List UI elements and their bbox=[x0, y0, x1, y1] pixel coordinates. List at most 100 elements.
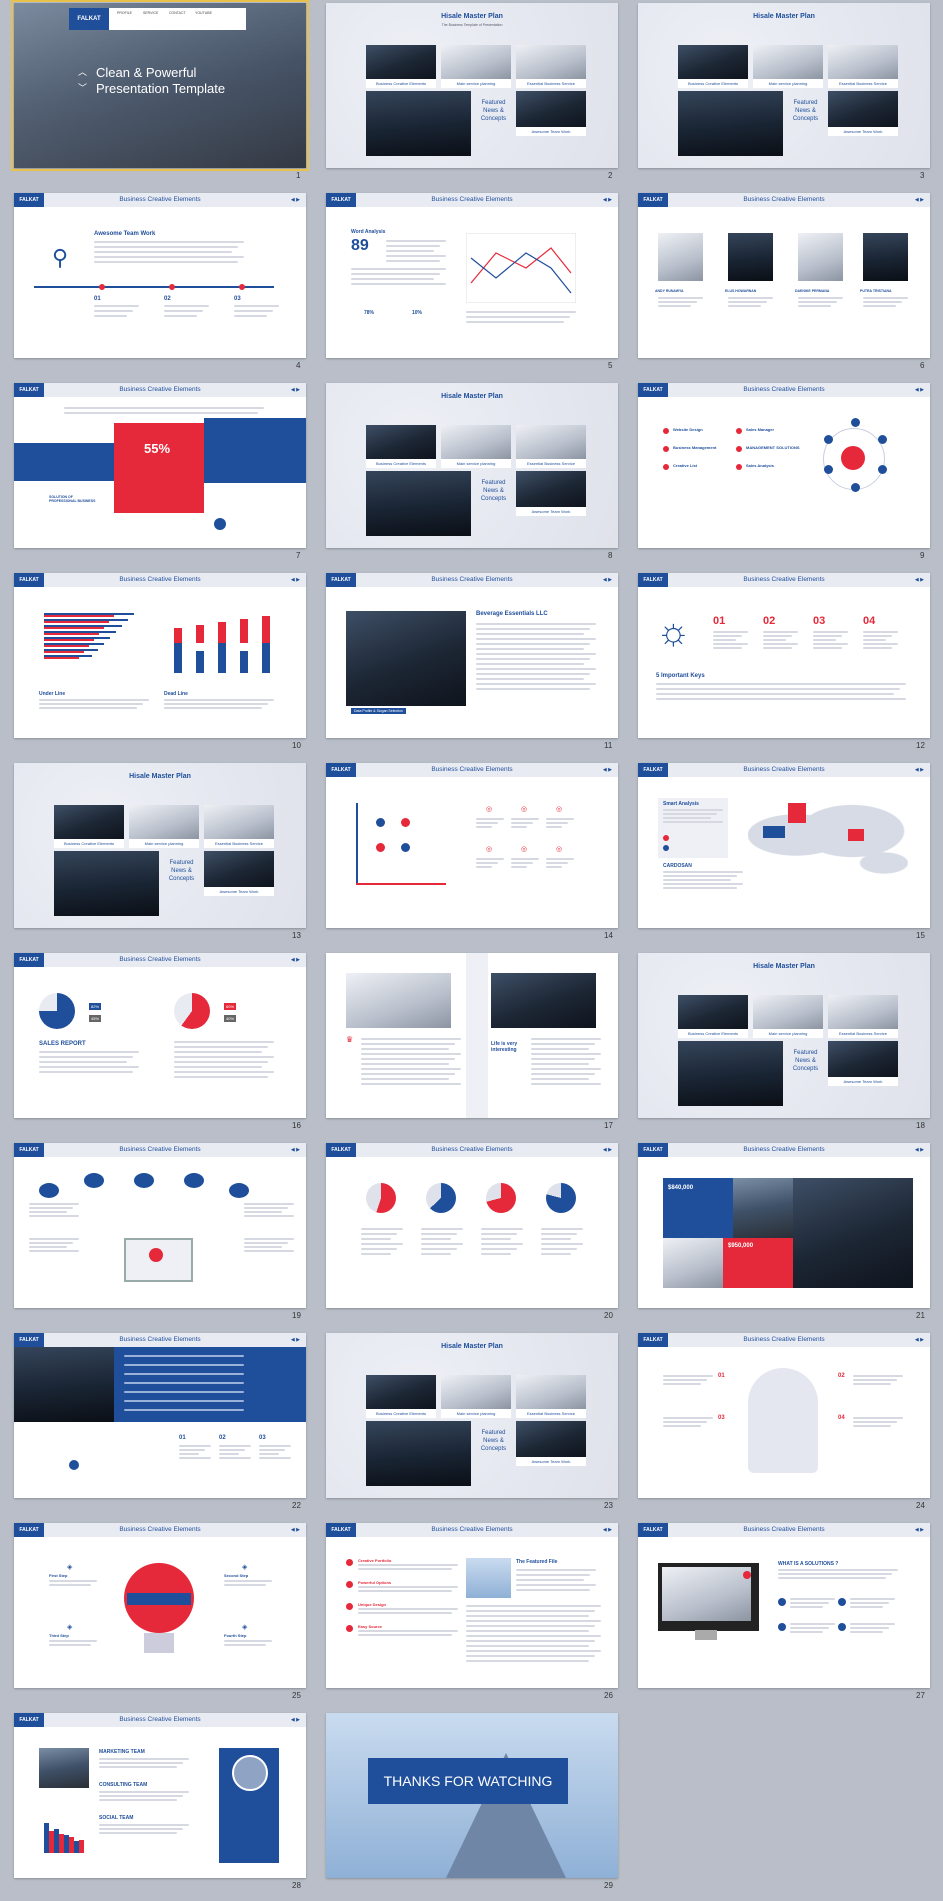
slide-thumbnail-26[interactable]: FALKAT Business Creative Elements ◀ ▶ Creat… bbox=[326, 1523, 618, 1688]
featured-text: Featured News & Concepts bbox=[480, 1430, 507, 1452]
text-line bbox=[476, 648, 584, 650]
car-photo bbox=[441, 45, 511, 79]
text-line bbox=[94, 315, 127, 317]
slide-thumbnail-13[interactable]: Hisale Master Plan Business Creative Elem… bbox=[14, 763, 306, 928]
cover-title: Clean & Powerful Presentation Template bbox=[96, 65, 226, 96]
text-line bbox=[511, 826, 527, 828]
item-title: Business Management bbox=[673, 445, 717, 450]
text-line bbox=[99, 1795, 183, 1797]
slide-thumbnail-27[interactable]: FALKAT Business Creative Elements ◀ ▶ WHAT … bbox=[638, 1523, 930, 1688]
cloud-icon bbox=[134, 1173, 154, 1188]
text-line bbox=[361, 1233, 397, 1235]
text-line bbox=[663, 1383, 701, 1385]
item-icon bbox=[736, 446, 742, 452]
car-photo bbox=[204, 851, 274, 887]
slide-thumbnail-20[interactable]: FALKAT Business Creative Elements ◀ ▶ bbox=[326, 1143, 618, 1308]
team-member-name: DAENIKE PERMANA bbox=[795, 289, 830, 293]
slide-header-title: Business Creative Elements bbox=[119, 1716, 201, 1723]
text-line bbox=[790, 1631, 823, 1633]
world-map bbox=[748, 803, 908, 883]
key-number: 01 bbox=[718, 1373, 725, 1379]
text-line bbox=[386, 250, 434, 252]
text-line bbox=[244, 1203, 294, 1205]
slide-number: 18 bbox=[916, 1121, 925, 1130]
text-line bbox=[853, 1417, 903, 1419]
car-photo bbox=[54, 805, 124, 839]
text-line bbox=[234, 305, 279, 307]
slide-thumbnail-25[interactable]: FALKAT Business Creative Elements ◀ ▶ ◈ Firs… bbox=[14, 1523, 306, 1688]
slide-thumbnail-23[interactable]: Hisale Master Plan Business Creative Elem… bbox=[326, 1333, 618, 1498]
text-line bbox=[546, 822, 568, 824]
slide-header-title: Business Creative Elements bbox=[743, 1336, 825, 1343]
slide-thumbnail-14[interactable]: FALKAT Business Creative Elements ◀ ▶ ◎ ◎ ◎ ◎ ◎… bbox=[326, 763, 618, 928]
text-line bbox=[29, 1250, 79, 1252]
hbar bbox=[44, 621, 109, 623]
nav-link[interactable]: PROFILE bbox=[117, 11, 132, 15]
car-photo bbox=[366, 425, 436, 459]
slide-thumbnail-2[interactable]: Hisale Master Plan The Business Template … bbox=[326, 3, 618, 168]
list-line bbox=[124, 1409, 244, 1411]
vbar bbox=[262, 643, 270, 673]
slide-thumbnail-3[interactable]: Hisale Master Plan Business Creative Elem… bbox=[638, 3, 930, 168]
text-line bbox=[863, 639, 886, 641]
car-photo bbox=[39, 1748, 89, 1788]
slide-number: 7 bbox=[296, 551, 301, 560]
hbar bbox=[44, 627, 104, 629]
text-line bbox=[481, 1248, 517, 1250]
text-line bbox=[516, 1574, 590, 1576]
slide-thumbnail-24[interactable]: FALKAT Business Creative Elements ◀ ▶ 01 02 0… bbox=[638, 1333, 930, 1498]
slide-thumbnail-11[interactable]: FALKAT Business Creative Elements ◀ ▶ Data … bbox=[326, 573, 618, 738]
master-plan-title: Hisale Master Plan bbox=[441, 393, 503, 400]
slide-thumbnail-10[interactable]: FALKAT Business Creative Elements ◀ ▶ Under… bbox=[14, 573, 306, 738]
text-line bbox=[244, 1242, 288, 1244]
slide-thumbnail-19[interactable]: FALKAT Business Creative Elements ◀ ▶ bbox=[14, 1143, 306, 1308]
text-line bbox=[361, 1043, 455, 1045]
featured-text: Featured News & Concepts bbox=[480, 480, 507, 502]
chevron-icon: ﹀ bbox=[78, 83, 88, 93]
text-line bbox=[813, 643, 848, 645]
slide-thumbnail-9[interactable]: FALKAT Business Creative Elements ◀ ▶ Websi… bbox=[638, 383, 930, 548]
slide-thumbnail-7[interactable]: FALKAT Business Creative Elements ◀ ▶ 55% SO… bbox=[14, 383, 306, 548]
slide-thumbnail-5[interactable]: FALKAT Business Creative Elements ◀ ▶ Word … bbox=[326, 193, 618, 358]
text-line bbox=[790, 1602, 829, 1604]
slide-thumbnail-28[interactable]: FALKAT Business Creative Elements ◀ ▶ MARKE… bbox=[14, 1713, 306, 1878]
master-plan-title: Hisale Master Plan bbox=[441, 13, 503, 20]
stat-percent: 10% bbox=[412, 310, 423, 316]
slide-thumbnail-15[interactable]: FALKAT Business Creative Elements ◀ ▶ Smart… bbox=[638, 763, 930, 928]
text-line bbox=[476, 668, 596, 670]
text-line bbox=[476, 688, 590, 690]
text-line bbox=[164, 310, 203, 312]
slide-thumbnail-4[interactable]: FALKAT Business Creative Elements ◀ ▶ Aweso… bbox=[14, 193, 306, 358]
slide-thumbnail-18[interactable]: Hisale Master Plan Business Creative Elem… bbox=[638, 953, 930, 1118]
nav-link[interactable]: CONTACT bbox=[169, 11, 186, 15]
slide-thumbnail-12[interactable]: FALKAT Business Creative Elements ◀ ▶ ☼ 01 02… bbox=[638, 573, 930, 738]
chart-frame bbox=[466, 233, 576, 303]
text-line bbox=[94, 246, 238, 248]
section-heading: WHAT IS A SOLUTIONS ? bbox=[778, 1561, 839, 1567]
photo-caption: Essential Business Service bbox=[828, 1029, 898, 1038]
nav-arrows-icon: ◀ ▶ bbox=[290, 957, 300, 963]
slide-thumbnail-17[interactable]: ♛ Life is very interesting bbox=[326, 953, 618, 1118]
item-icon bbox=[663, 464, 669, 470]
text-line bbox=[219, 1449, 245, 1451]
nav-arrows-icon: ◀ ▶ bbox=[290, 1717, 300, 1723]
slide-thumbnail-6[interactable]: FALKAT Business Creative Elements ◀ ▶ ANDY … bbox=[638, 193, 930, 358]
slide-thumbnail-22[interactable]: FALKAT Business Creative Elements ◀ ▶ 01 02 0… bbox=[14, 1333, 306, 1498]
slide-thumbnail-16[interactable]: FALKAT Business Creative Elements ◀ ▶ 82% 60… bbox=[14, 953, 306, 1118]
text-line bbox=[174, 1071, 274, 1073]
slide-thumbnail-1[interactable]: FALKAT PROFILE SERVICE CONTACT YOUTUBE Clean … bbox=[11, 0, 309, 171]
slide-thumbnail-21[interactable]: FALKAT Business Creative Elements ◀ ▶ $840,… bbox=[638, 1143, 930, 1308]
text-line bbox=[531, 1073, 595, 1075]
car-photo bbox=[663, 1238, 723, 1288]
step-number: 03 bbox=[234, 296, 241, 302]
nav-link[interactable]: YOUTUBE bbox=[195, 11, 212, 15]
nav-link[interactable]: SERVICE bbox=[143, 11, 158, 15]
slide-thumbnail-29[interactable]: THANKS FOR WATCHING bbox=[326, 1713, 618, 1878]
text-line bbox=[94, 310, 133, 312]
master-plan-title: Hisale Master Plan bbox=[753, 13, 815, 20]
donut-chart bbox=[486, 1183, 516, 1213]
slide-thumbnail-8[interactable]: Hisale Master Plan Business Creative Elem… bbox=[326, 383, 618, 548]
text-line bbox=[259, 1457, 291, 1459]
item-icon bbox=[346, 1603, 353, 1610]
text-line bbox=[663, 813, 717, 815]
